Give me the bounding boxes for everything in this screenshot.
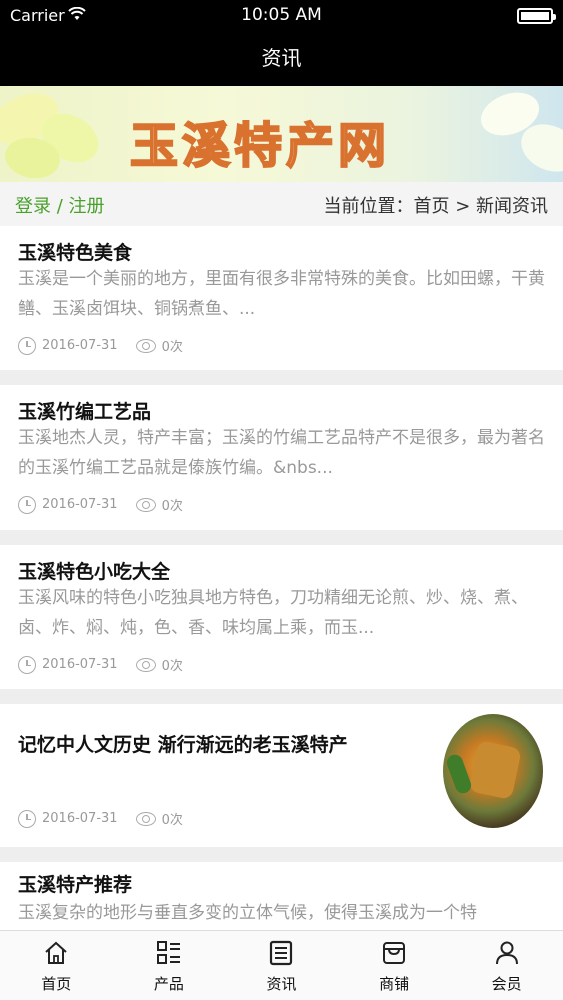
article-summary: 玉溪是一个美丽的地方，里面有很多非常特殊的美食。比如田螺，干黄鳝、玉溪卤饵块、铜…: [18, 269, 545, 319]
login-link[interactable]: 登录: [15, 196, 51, 217]
nav-title: 资讯: [261, 46, 302, 70]
clock-icon: [18, 495, 36, 514]
tab-shops[interactable]: 商铺: [338, 931, 451, 1000]
news-icon: [270, 940, 293, 966]
clock-icon: [18, 809, 36, 828]
user-icon: [495, 941, 518, 965]
article-views: 0次: [161, 340, 183, 355]
tab-news-label: 资讯: [266, 975, 297, 993]
nav-bar: 资讯: [0, 30, 563, 86]
article-date: 2016-07-31: [42, 497, 118, 512]
status-time: 10:05 AM: [241, 5, 322, 25]
article-title[interactable]: 记忆中人文历史 渐行渐远的老玉溪特产: [18, 730, 418, 757]
breadcrumb-bar: 登录 / 注册 当前位置：首页 > 新闻资讯: [0, 182, 563, 226]
article-summary: 玉溪地杰人灵，特产丰富；玉溪的竹编工艺品特产不是很多，最为著名的玉溪竹编工艺品就…: [18, 428, 545, 478]
article-card[interactable]: 玉溪特色小吃大全 玉溪风味的特色小吃独具地方特色，刀功精细无论煎、炒、烧、煮、卤…: [0, 545, 563, 689]
tab-home-label: 首页: [41, 975, 72, 993]
banner-logo-title: 玉溪特产网: [129, 117, 391, 175]
article-title[interactable]: 玉溪特色美食: [18, 238, 132, 265]
article-meta: 2016-07-31 0次: [18, 336, 183, 355]
tab-products-label: 产品: [153, 975, 184, 993]
article-meta: 2016-07-31 0次: [18, 655, 183, 674]
grid-list-icon: [156, 941, 180, 964]
article-views: 0次: [161, 813, 183, 828]
article-meta: 2016-07-31 0次: [18, 495, 183, 514]
banner: 玉溪特产网: [0, 86, 563, 182]
article-views: 0次: [161, 659, 183, 674]
register-link[interactable]: 注册: [69, 196, 105, 217]
article-card[interactable]: 玉溪特色美食 玉溪是一个美丽的地方，里面有很多非常特殊的美食。比如田螺，干黄鳝、…: [0, 226, 563, 370]
tab-member[interactable]: 会员: [450, 931, 563, 1000]
article-summary: 玉溪风味的特色小吃独具地方特色，刀功精细无论煎、炒、烧、煮、卤、炸、焖、炖，色、…: [18, 588, 528, 638]
article-title[interactable]: 玉溪特产推荐: [18, 870, 132, 897]
tab-home[interactable]: 首页: [0, 931, 113, 1000]
tab-member-label: 会员: [491, 975, 522, 993]
status-bar: Carrier 10:05 AM: [0, 0, 563, 30]
article-views: 0次: [161, 499, 183, 514]
article-date: 2016-07-31: [42, 657, 118, 672]
article-title[interactable]: 玉溪竹编工艺品: [18, 397, 151, 424]
article-title[interactable]: 玉溪特色小吃大全: [18, 557, 170, 584]
clock-icon: [18, 336, 36, 355]
article-meta: 2016-07-31 0次: [18, 809, 183, 828]
article-card[interactable]: 玉溪特产推荐 玉溪复杂的地形与垂直多变的立体气候，使得玉溪成为一个特: [0, 862, 563, 930]
tab-news[interactable]: 资讯: [225, 931, 338, 1000]
auth-separator: /: [56, 196, 63, 217]
tab-shops-label: 商铺: [379, 975, 410, 993]
home-icon: [45, 941, 67, 964]
article-card[interactable]: 记忆中人文历史 渐行渐远的老玉溪特产 2016-07-31 0次: [0, 704, 563, 847]
battery-icon: [517, 8, 556, 24]
article-summary: 玉溪复杂的地形与垂直多变的立体气候，使得玉溪成为一个特: [18, 903, 477, 923]
clock-icon: [18, 655, 36, 674]
eye-icon: [135, 497, 156, 512]
tab-bar: 首页 产品 资讯 商铺 会员: [0, 930, 563, 1000]
eye-icon: [135, 811, 156, 826]
article-date: 2016-07-31: [42, 338, 118, 353]
shop-icon: [383, 942, 406, 964]
tab-products[interactable]: 产品: [113, 931, 226, 1000]
breadcrumb: 当前位置：首页 > 新闻资讯: [323, 196, 548, 217]
eye-icon: [135, 657, 156, 672]
eye-icon: [135, 338, 156, 353]
article-card[interactable]: 玉溪竹编工艺品 玉溪地杰人灵，特产丰富；玉溪的竹编工艺品特产不是很多，最为著名的…: [0, 385, 563, 530]
article-date: 2016-07-31: [42, 811, 118, 826]
auth-links: 登录 / 注册: [15, 192, 105, 218]
article-thumbnail[interactable]: [443, 714, 543, 828]
